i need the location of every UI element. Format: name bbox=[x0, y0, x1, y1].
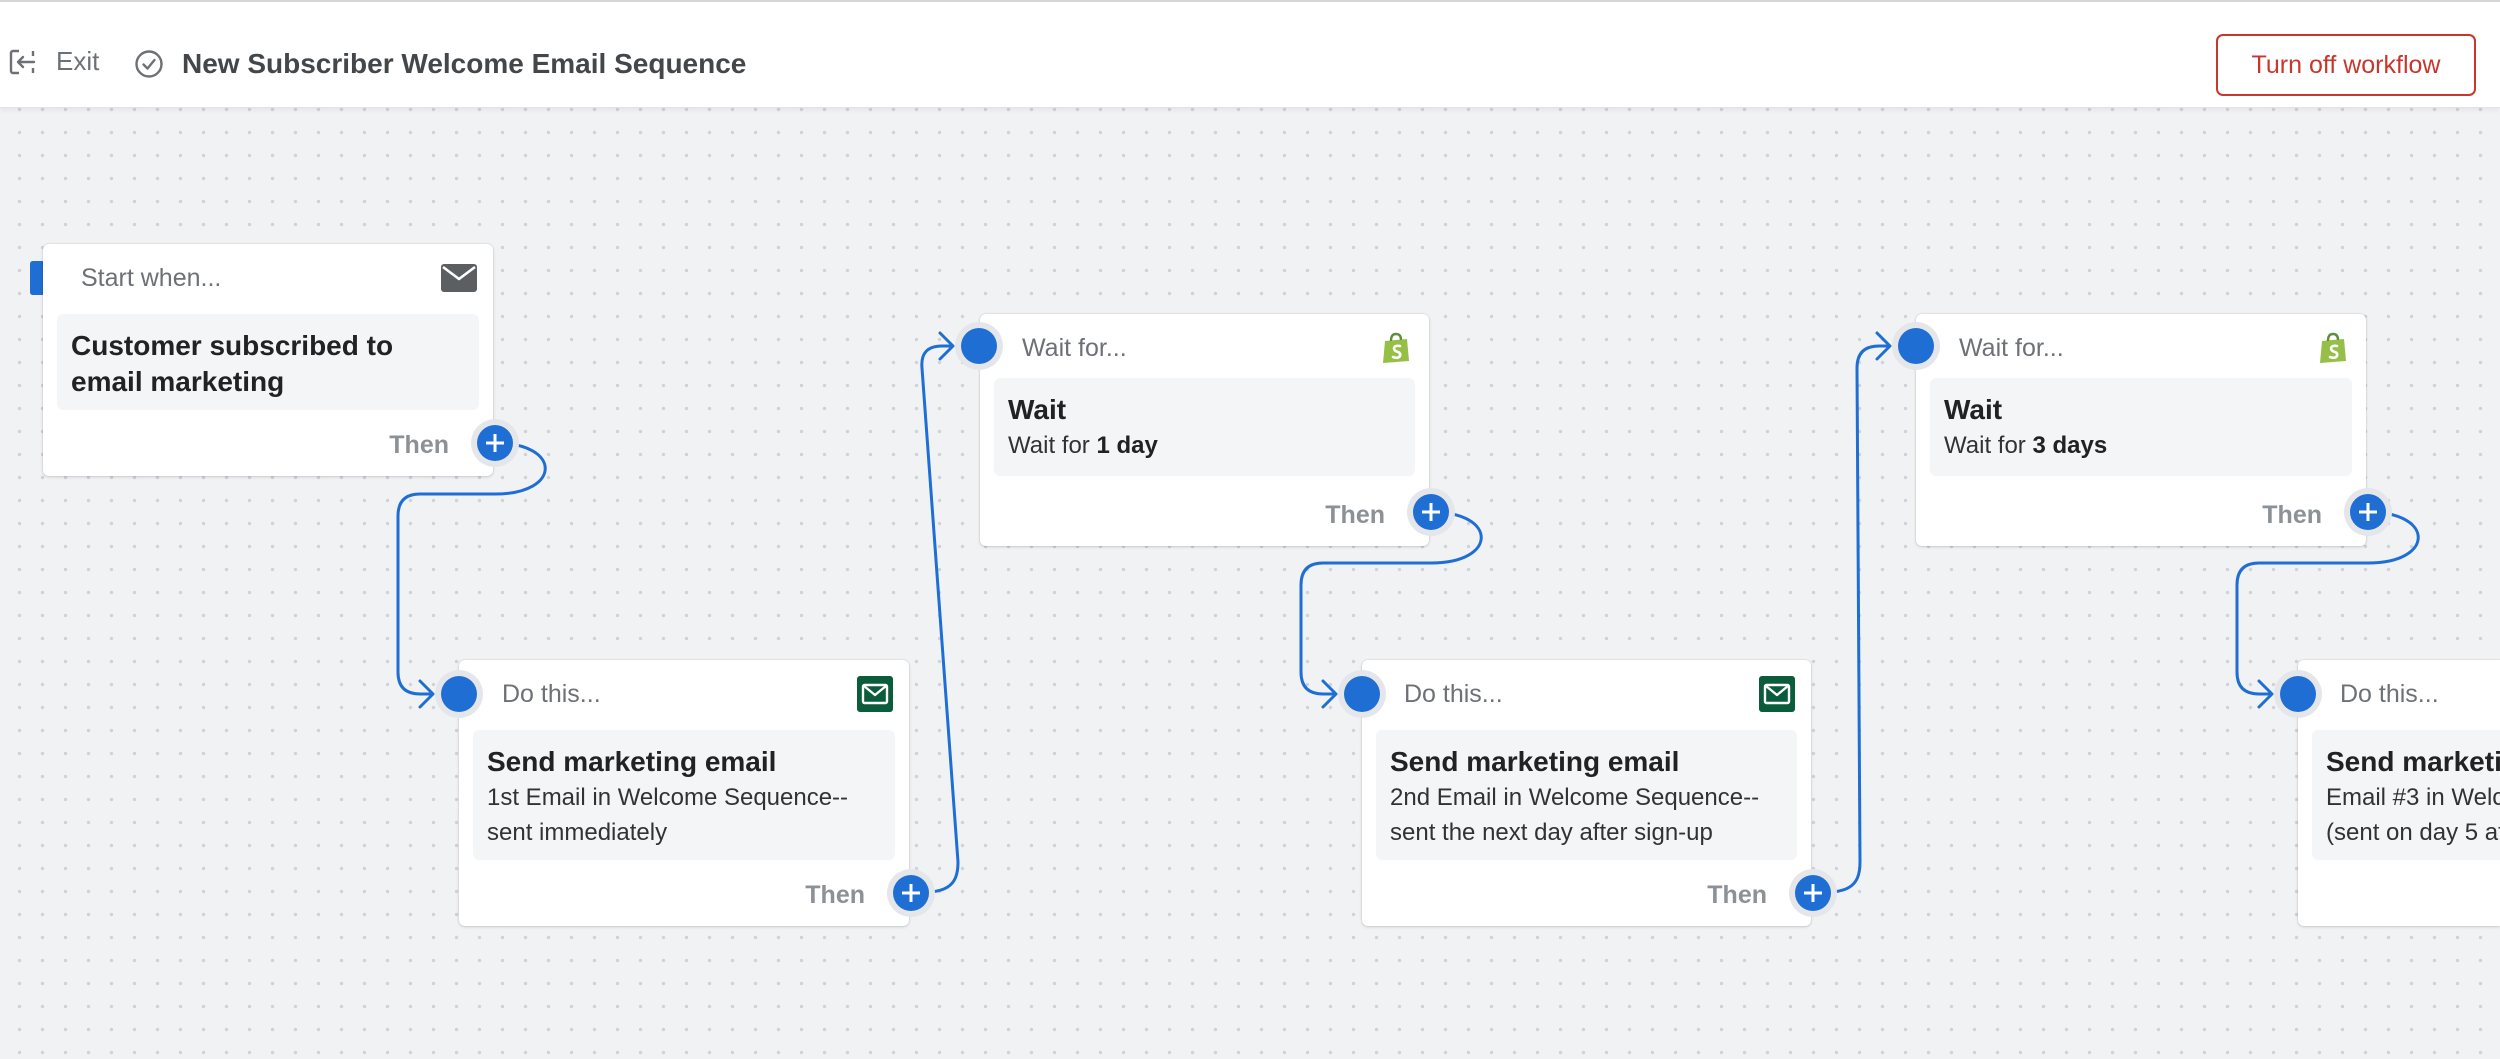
trigger-card[interactable]: Start when... Customer subscribed to ema… bbox=[43, 244, 493, 476]
wait-duration: 3 days bbox=[2032, 432, 2108, 459]
wait-duration: 1 day bbox=[1096, 432, 1158, 459]
action-description: 1st Email in Welcome Sequence--sent imme… bbox=[487, 784, 849, 846]
shopify-bag-icon bbox=[1383, 332, 1409, 363]
action-title: Send marketing email bbox=[487, 746, 777, 777]
trigger-title: Customer subscribed to email marketing bbox=[71, 330, 394, 397]
shopify-bag-icon bbox=[2320, 332, 2346, 363]
then-label: Then bbox=[1325, 501, 1385, 529]
connector-node bbox=[1898, 328, 1934, 364]
card-label: Start when... bbox=[81, 264, 222, 292]
envelope-icon bbox=[441, 264, 477, 292]
card-label: Do this... bbox=[502, 680, 601, 708]
wait-description: Wait for 3 days bbox=[1944, 432, 2108, 459]
card-content: Send marketing email 2nd Email in Welcom… bbox=[1376, 730, 1797, 860]
action-card-3[interactable]: Do this... Send marketing email Email #3… bbox=[2298, 660, 2500, 926]
then-label: Then bbox=[2262, 501, 2322, 529]
action-description: Email #3 in Welcome Sequence (sent on da… bbox=[2326, 784, 2500, 846]
marketing-email-icon bbox=[1759, 676, 1795, 712]
marketing-email-icon bbox=[857, 676, 893, 712]
action-title: Send marketing email bbox=[1390, 746, 1680, 777]
connector-4 bbox=[1811, 344, 1891, 895]
card-label: Wait for... bbox=[1959, 334, 2064, 362]
card-content: Send marketing email Email #3 in Welcome… bbox=[2312, 730, 2500, 860]
connector-node bbox=[961, 328, 997, 364]
action-description: 2nd Email in Welcome Sequence--sent the … bbox=[1390, 784, 1760, 846]
action-title: Send marketing email bbox=[2326, 746, 2500, 777]
action-card-1[interactable]: Do this... Send marketing email 1st Emai… bbox=[459, 660, 909, 926]
connector-2 bbox=[909, 344, 960, 895]
card-label: Do this... bbox=[1404, 680, 1503, 708]
card-content: Wait Wait for 3 days bbox=[1930, 378, 2352, 476]
add-step-button[interactable] bbox=[1795, 875, 1831, 911]
connector-1 bbox=[396, 441, 547, 696]
card-label: Do this... bbox=[2340, 680, 2439, 708]
card-label: Wait for... bbox=[1022, 334, 1127, 362]
add-step-button[interactable] bbox=[893, 875, 929, 911]
wait-title: Wait bbox=[1944, 394, 2003, 425]
card-content: Wait Wait for 1 day bbox=[994, 378, 1415, 476]
add-step-button[interactable] bbox=[1413, 494, 1449, 530]
add-step-button[interactable] bbox=[477, 425, 513, 461]
card-content: Send marketing email 1st Email in Welcom… bbox=[473, 730, 895, 860]
connector-node bbox=[441, 676, 477, 712]
then-label: Then bbox=[389, 431, 449, 459]
card-content: Customer subscribed to email marketing bbox=[57, 314, 479, 410]
then-label: Then bbox=[1707, 881, 1767, 909]
then-label: Then bbox=[805, 881, 865, 909]
connector-node bbox=[2280, 676, 2316, 712]
wait-card-1[interactable]: Wait for... Wait Wait for 1 day Then bbox=[980, 314, 1429, 546]
connector-node bbox=[1344, 676, 1380, 712]
wait-title: Wait bbox=[1008, 394, 1067, 425]
action-card-2[interactable]: Do this... Send marketing email 2nd Emai… bbox=[1362, 660, 1811, 926]
wait-card-2[interactable]: Wait for... Wait Wait for 3 days Then bbox=[1916, 314, 2366, 546]
add-step-button[interactable] bbox=[2350, 494, 2386, 530]
wait-description: Wait for 1 day bbox=[1008, 432, 1158, 459]
